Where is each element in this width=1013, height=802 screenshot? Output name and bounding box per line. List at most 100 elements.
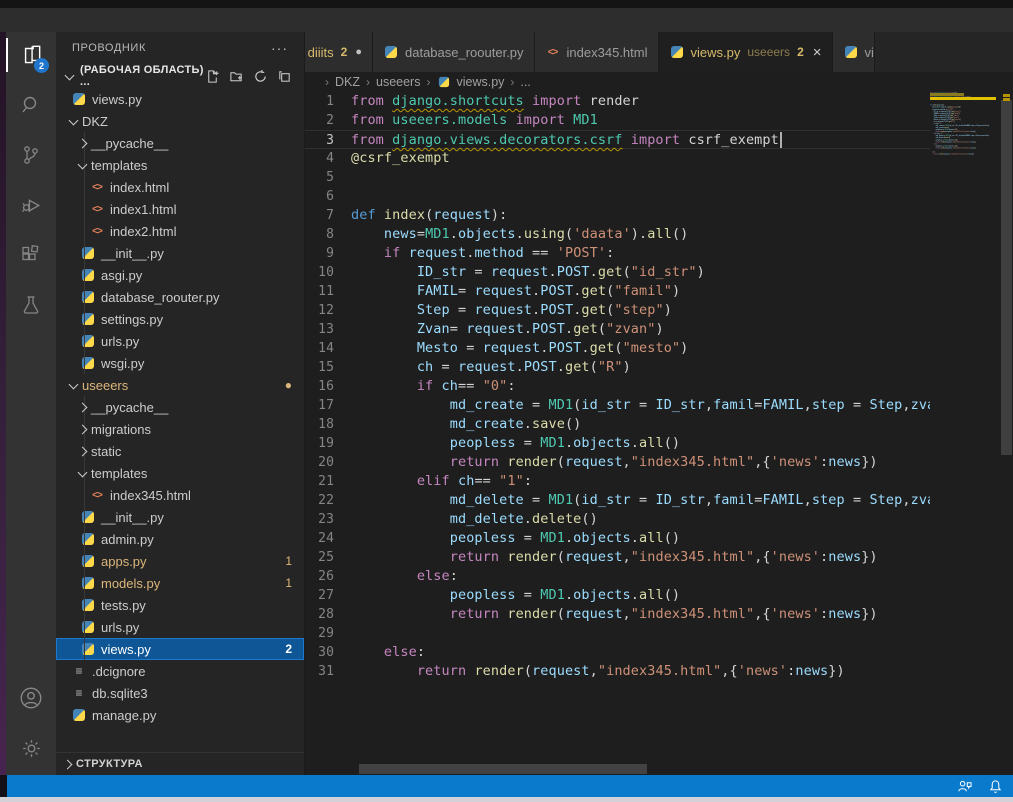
account-icon[interactable] bbox=[6, 675, 56, 721]
tree-item[interactable]: admin.py bbox=[56, 528, 304, 550]
code-line[interactable]: 26 else: bbox=[305, 567, 930, 586]
tree-item[interactable]: static bbox=[56, 440, 304, 462]
breadcrumb-item[interactable]: › useeers bbox=[360, 75, 420, 89]
breadcrumb-item[interactable]: › views.py bbox=[420, 74, 504, 90]
tree-item[interactable]: views.py bbox=[56, 88, 304, 110]
tree-item[interactable]: index345.html bbox=[56, 484, 304, 506]
close-tab-icon[interactable]: × bbox=[813, 44, 822, 61]
code-line[interactable]: 6 bbox=[305, 187, 930, 206]
settings-gear-icon[interactable] bbox=[6, 725, 56, 771]
extensions-icon[interactable] bbox=[6, 232, 56, 278]
tree-item[interactable]: __init__.py bbox=[56, 242, 304, 264]
breadcrumb-item[interactable]: › DKZ bbox=[319, 75, 360, 89]
code-line[interactable]: 20 return render(request,"index345.html"… bbox=[305, 453, 930, 472]
code-line[interactable]: 29 bbox=[305, 624, 930, 643]
code-line[interactable]: 22 md_delete = MD1(id_str = ID_str,famil… bbox=[305, 491, 930, 510]
code-line[interactable]: 27 peopless = MD1.objects.all() bbox=[305, 586, 930, 605]
new-folder-icon[interactable] bbox=[229, 69, 244, 84]
vertical-scrollbar[interactable] bbox=[1000, 92, 1013, 775]
tree-item[interactable]: .dcignore bbox=[56, 660, 304, 682]
notifications-bell-icon[interactable] bbox=[980, 779, 1013, 794]
tree-item[interactable]: urls.py bbox=[56, 330, 304, 352]
run-debug-icon[interactable] bbox=[6, 182, 56, 228]
editor-tab[interactable]: diiits 2 ● bbox=[305, 32, 373, 72]
code-line[interactable]: 13 Zvan= request.POST.get("zvan") bbox=[305, 320, 930, 339]
editor-tab[interactable]: index345.html bbox=[535, 32, 659, 72]
collapse-all-icon[interactable] bbox=[277, 69, 292, 84]
code-line[interactable]: 31 return render(request,"index345.html"… bbox=[305, 662, 930, 681]
folder-chevron-icon bbox=[75, 135, 91, 151]
tree-item[interactable]: models.py 1 bbox=[56, 572, 304, 594]
code-line[interactable]: 19 peopless = MD1.objects.all() bbox=[305, 434, 930, 453]
tree-item[interactable]: wsgi.py bbox=[56, 352, 304, 374]
code-line[interactable]: 16 if ch== "0": bbox=[305, 377, 930, 396]
tree-item[interactable]: templates bbox=[56, 462, 304, 484]
code-line[interactable]: 31 return render(request,"index345.html"… bbox=[930, 153, 1000, 155]
code-line[interactable]: 1 from django.shortcuts import render bbox=[305, 92, 930, 111]
code-line[interactable]: 4 @csrf_exempt bbox=[305, 149, 930, 168]
tree-item[interactable]: db.sqlite3 bbox=[56, 682, 304, 704]
refresh-icon[interactable] bbox=[253, 69, 268, 84]
code-line[interactable]: 11 FAMIL= request.POST.get("famil") bbox=[305, 282, 930, 301]
tree-item[interactable]: __init__.py bbox=[56, 506, 304, 528]
tree-item[interactable]: views.py 2 bbox=[56, 638, 304, 660]
code-line[interactable]: 15 ch = request.POST.get("R") bbox=[305, 358, 930, 377]
editor-tab[interactable]: database_roouter.py bbox=[373, 32, 535, 72]
code-line[interactable]: 7 def index(request): bbox=[305, 206, 930, 225]
new-file-icon[interactable] bbox=[205, 69, 220, 84]
code-line[interactable]: 3 from django.views.decorators.csrf impo… bbox=[305, 130, 930, 149]
code-line[interactable]: 18 md_create.save() bbox=[305, 415, 930, 434]
file-type-icon bbox=[80, 575, 96, 591]
code-line[interactable]: 14 Mesto = request.POST.get("mesto") bbox=[305, 339, 930, 358]
tree-item[interactable]: useeers ● bbox=[56, 374, 304, 396]
tree-item[interactable]: migrations bbox=[56, 418, 304, 440]
code-editor[interactable]: 1 from django.shortcuts import render 2 … bbox=[305, 92, 1013, 775]
code-line[interactable]: 24 peopless = MD1.objects.all() bbox=[305, 529, 930, 548]
tree-item[interactable]: __pycache__ bbox=[56, 132, 304, 154]
workspace-section-header[interactable]: (РАБОЧАЯ ОБЛАСТЬ) ... bbox=[56, 64, 304, 88]
desktop-bottom-strip bbox=[0, 797, 1013, 802]
code-line[interactable]: 9 if request.method == 'POST': bbox=[305, 244, 930, 263]
code-line[interactable]: 2 from useeers.models import MD1 bbox=[305, 111, 930, 130]
tree-item[interactable]: index.html bbox=[56, 176, 304, 198]
code-line[interactable]: 17 md_create = MD1(id_str = ID_str,famil… bbox=[305, 396, 930, 415]
file-type-icon bbox=[71, 707, 87, 723]
code-line[interactable]: 28 return render(request,"index345.html"… bbox=[305, 605, 930, 624]
minimap[interactable]: 1 from django.shortcuts import render 2 … bbox=[930, 92, 1000, 775]
code-line[interactable]: 30 else: bbox=[305, 643, 930, 662]
tree-item[interactable]: database_roouter.py bbox=[56, 286, 304, 308]
explorer-icon[interactable]: 2 bbox=[6, 32, 56, 78]
code-line[interactable]: 25 return render(request,"index345.html"… bbox=[305, 548, 930, 567]
breadcrumb-item[interactable]: › ... bbox=[504, 75, 530, 89]
outline-section-header[interactable]: СТРУКТУРА bbox=[56, 752, 304, 775]
feedback-icon[interactable] bbox=[949, 779, 980, 794]
tab-file-icon bbox=[545, 44, 561, 60]
testing-icon[interactable] bbox=[6, 282, 56, 328]
tree-item[interactable]: templates bbox=[56, 154, 304, 176]
tree-item[interactable]: __pycache__ bbox=[56, 396, 304, 418]
folder-chevron-icon bbox=[75, 399, 91, 415]
horizontal-scrollbar-thumb[interactable] bbox=[359, 764, 647, 774]
line-number: 31 bbox=[305, 662, 351, 681]
tree-item[interactable]: DKZ bbox=[56, 110, 304, 132]
tree-item[interactable]: settings.py bbox=[56, 308, 304, 330]
tree-item[interactable]: manage.py bbox=[56, 704, 304, 726]
vertical-scrollbar-thumb[interactable] bbox=[1001, 100, 1012, 455]
editor-tab[interactable]: views.py useeers 2 × bbox=[659, 32, 833, 72]
sidebar-more-icon[interactable]: ··· bbox=[271, 40, 288, 56]
tree-item[interactable]: index2.html bbox=[56, 220, 304, 242]
tree-item[interactable]: urls.py bbox=[56, 616, 304, 638]
code-line[interactable]: 23 md_delete.delete() bbox=[305, 510, 930, 529]
code-line[interactable]: 12 Step = request.POST.get("step") bbox=[305, 301, 930, 320]
tree-item[interactable]: asgi.py bbox=[56, 264, 304, 286]
tree-item[interactable]: tests.py bbox=[56, 594, 304, 616]
code-line[interactable]: 21 elif ch== "1": bbox=[305, 472, 930, 491]
code-line[interactable]: 8 news=MD1.objects.using('daata').all() bbox=[305, 225, 930, 244]
code-line[interactable]: 5 bbox=[305, 168, 930, 187]
editor-tab[interactable]: vie bbox=[833, 32, 875, 72]
code-line[interactable]: 10 ID_str = request.POST.get("id_str") bbox=[305, 263, 930, 282]
tree-item[interactable]: apps.py 1 bbox=[56, 550, 304, 572]
tree-item[interactable]: index1.html bbox=[56, 198, 304, 220]
search-icon[interactable] bbox=[6, 82, 56, 128]
source-control-icon[interactable] bbox=[6, 132, 56, 178]
